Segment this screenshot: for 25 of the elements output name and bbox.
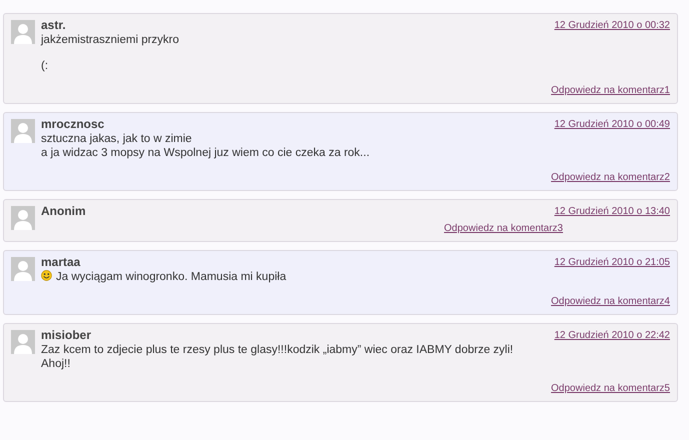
reply-link[interactable]: Odpowiedz na komentarz1: [551, 83, 670, 98]
avatar-icon: [11, 20, 35, 44]
comment-author: Anonim: [41, 204, 86, 219]
comment-date-link[interactable]: 12 Grudzień 2010 o 00:49: [554, 117, 670, 132]
comment-text: Zaz kcem to zdjecie plus te rzesy plus te glasy!!!kodzik „iabmy” wiec oraz IABMY dobrze zyli! Ahoj!!: [41, 343, 514, 371]
avatar-icon: [11, 257, 35, 281]
comment-text: Ja wyciągam winogronko. Mamusia mi kupiła: [41, 270, 286, 284]
comment-date-link[interactable]: 12 Grudzień 2010 o 22:42: [554, 328, 670, 343]
comment-text: jakżemistraszniemi przykro: [41, 33, 180, 47]
comment-author: martaa: [41, 255, 82, 270]
comment-text: sztuczna jakas, jak to w zimie a ja widzac 3 mopsy na Wspolnej juz wiem co cie czeka za rok...: [41, 132, 370, 160]
reply-link[interactable]: Odpowiedz na komentarz2: [551, 170, 670, 185]
comment-date-link[interactable]: 12 Grudzień 2010 o 13:40: [554, 204, 670, 219]
avatar-icon: [11, 206, 35, 230]
comment-author: astr.: [41, 18, 67, 33]
reply-link[interactable]: Odpowiedz na komentarz4: [551, 294, 670, 309]
comment-date-link[interactable]: 12 Grudzień 2010 o 21:05: [554, 255, 670, 270]
reply-link[interactable]: Odpowiedz na komentarz3: [444, 221, 563, 236]
avatar-icon: [11, 119, 35, 143]
comment-date-link[interactable]: 12 Grudzień 2010 o 00:32: [554, 18, 670, 33]
comment-author: mrocznosc: [41, 117, 106, 132]
avatar-icon: [11, 330, 35, 354]
comment-text: (:: [41, 59, 50, 73]
comment-author: misiober: [41, 328, 92, 343]
reply-link[interactable]: Odpowiedz na komentarz5: [551, 381, 670, 396]
